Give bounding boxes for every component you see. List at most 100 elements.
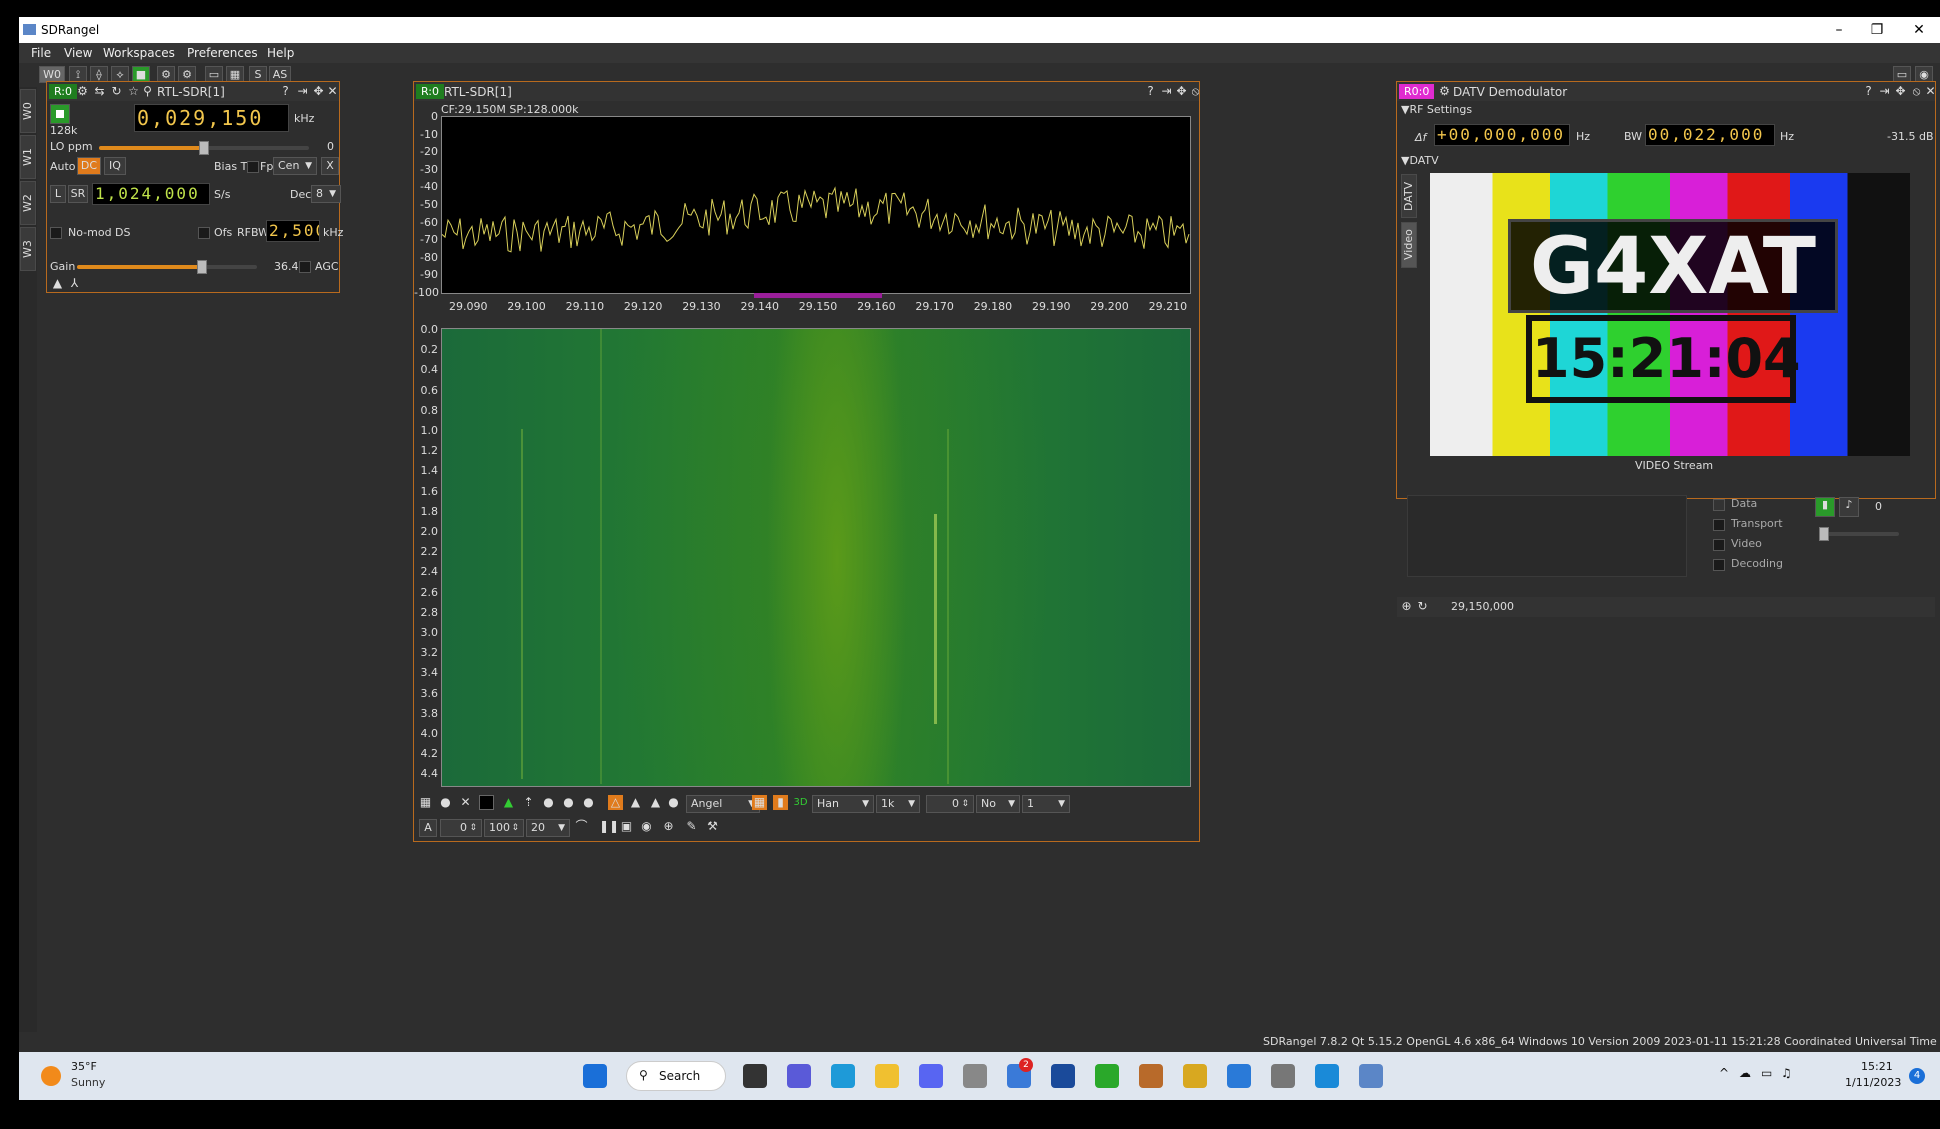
curve-icon[interactable]: ⌒ — [574, 819, 589, 834]
fft-size-select[interactable]: 1k ▼ — [876, 795, 920, 813]
data-checkbox[interactable] — [1713, 499, 1725, 511]
hide-icon[interactable]: ⦸ — [1188, 84, 1203, 99]
sdr-device-icon[interactable] — [1271, 1064, 1295, 1088]
settings-icon[interactable]: ⊕ — [1399, 599, 1414, 614]
tab-w0[interactable]: W0 — [20, 89, 36, 133]
grid-toggle-icon[interactable]: ▦ — [752, 795, 767, 810]
move-icon[interactable]: ⇥ — [1877, 84, 1892, 99]
avg-count-select[interactable]: 1 ▼ — [1022, 795, 1070, 813]
start-icon[interactable] — [583, 1064, 607, 1088]
maximize-icon[interactable]: ✥ — [1893, 84, 1908, 99]
close-icon[interactable]: ✕ — [325, 84, 340, 99]
move-icon[interactable]: ⇥ — [295, 84, 310, 99]
channel-marker[interactable] — [754, 293, 882, 298]
gear-icon[interactable]: ⚙ — [75, 84, 90, 99]
tools-icon[interactable]: ⚒ — [705, 819, 720, 834]
tab-w3[interactable]: W3 — [20, 227, 36, 271]
ofs-checkbox[interactable] — [198, 227, 210, 239]
close-button[interactable]: ✕ — [1899, 20, 1939, 40]
no-mod-checkbox[interactable] — [50, 227, 62, 239]
menu-workspaces[interactable]: Workspaces — [103, 46, 175, 60]
sample-rate-dial[interactable]: 1,024,000 — [92, 183, 210, 205]
ruler-icon[interactable]: ✎ — [684, 819, 699, 834]
maximize-icon[interactable]: ✥ — [311, 84, 326, 99]
menu-help[interactable]: Help — [267, 46, 294, 60]
iq-button[interactable]: IQ — [104, 157, 126, 175]
stocks-icon[interactable] — [1051, 1064, 1075, 1088]
waterfall-icon[interactable]: ▲ — [628, 795, 643, 810]
auto-scale-button[interactable]: A — [419, 819, 437, 837]
notepad-icon[interactable] — [1227, 1064, 1251, 1088]
files-icon[interactable] — [1139, 1064, 1163, 1088]
swap-icon[interactable]: ⇆ — [92, 84, 107, 99]
chrome-icon[interactable] — [1095, 1064, 1119, 1088]
tab-datv[interactable]: DATV — [1401, 174, 1417, 218]
reload-icon[interactable]: ↻ — [109, 84, 124, 99]
bias-t-checkbox[interactable] — [247, 161, 259, 173]
rfbw-dial[interactable]: 2,500 — [266, 220, 320, 242]
bar-icon[interactable]: ▮ — [773, 795, 788, 810]
ref-level-spin[interactable]: 0 ⇕ — [440, 819, 482, 837]
video-checkbox[interactable] — [1713, 539, 1725, 551]
photos-icon[interactable] — [1315, 1064, 1339, 1088]
histogram-icon[interactable]: ▲ — [648, 795, 663, 810]
help-icon[interactable]: ? — [278, 84, 293, 99]
dc-button[interactable]: DC — [77, 157, 101, 175]
start-stop-button[interactable] — [50, 104, 70, 124]
window-select[interactable]: Han ▼ — [812, 795, 874, 813]
decay-icon[interactable]: ⇡ — [521, 795, 536, 810]
menu-file[interactable]: File — [31, 46, 51, 60]
tab-w2[interactable]: W2 — [20, 181, 36, 225]
cross-icon[interactable]: ✕ — [458, 795, 473, 810]
rf-settings-header[interactable]: ▼RF Settings — [1401, 103, 1472, 116]
tray-cloud-icon[interactable]: ☁ — [1739, 1066, 1751, 1080]
sr-button[interactable]: SR — [68, 185, 88, 203]
discord-icon[interactable] — [919, 1064, 943, 1088]
decoding-checkbox[interactable] — [1713, 559, 1725, 571]
transport-checkbox[interactable] — [1713, 519, 1725, 531]
save-icon[interactable]: ▣ — [619, 819, 634, 834]
minimize-button[interactable]: – — [1819, 20, 1859, 40]
teams-icon[interactable] — [787, 1064, 811, 1088]
dot2-icon[interactable]: ● — [561, 795, 576, 810]
tab-w1[interactable]: W1 — [20, 135, 36, 179]
dot4-icon[interactable]: ● — [666, 795, 681, 810]
l-button[interactable]: L — [50, 185, 66, 203]
spectrum-plot[interactable] — [441, 116, 1191, 294]
grid-icon[interactable]: ▦ — [418, 795, 433, 810]
edge-icon[interactable] — [831, 1064, 855, 1088]
max-hold-icon[interactable]: △ — [608, 795, 623, 810]
decimation-select[interactable]: 8 ▼ — [311, 185, 341, 203]
fps-select[interactable]: 20 ▼ — [526, 819, 570, 837]
volume-slider[interactable] — [1819, 527, 1899, 541]
star-icon[interactable]: ☆ — [126, 84, 141, 99]
clock-time[interactable]: 15:21 — [1861, 1060, 1893, 1073]
tray-volume-icon[interactable]: ♫ — [1781, 1066, 1792, 1080]
gain-slider[interactable] — [77, 260, 257, 274]
refresh-icon[interactable]: ↻ — [1415, 599, 1430, 614]
averaging-select[interactable]: No ▼ — [976, 795, 1020, 813]
palette-select[interactable]: Angel▼ — [686, 795, 760, 813]
offset-dial[interactable]: +00,000,000 — [1434, 124, 1570, 146]
tray-network-icon[interactable]: ▭ — [1761, 1066, 1772, 1080]
play-button[interactable]: ▮ — [1815, 497, 1835, 517]
3d-icon[interactable]: 3D — [793, 795, 808, 810]
agc-checkbox[interactable] — [299, 261, 311, 273]
explorer-icon[interactable] — [875, 1064, 899, 1088]
tab-video[interactable]: Video — [1401, 222, 1417, 268]
overlap-spin[interactable]: 0 ⇕ — [926, 795, 974, 813]
weather-icon[interactable] — [41, 1066, 61, 1086]
close-icon[interactable]: ✕ — [1923, 84, 1938, 99]
menu-view[interactable]: View — [64, 46, 92, 60]
bw-dial[interactable]: 00,022,000 — [1645, 124, 1775, 146]
maximize-icon[interactable]: ✥ — [1174, 84, 1189, 99]
dot-icon[interactable]: ● — [541, 795, 556, 810]
restore-button[interactable]: ❐ — [1857, 20, 1897, 40]
help-icon[interactable]: ? — [1861, 84, 1876, 99]
datv-section-header[interactable]: ▼DATV — [1401, 154, 1439, 167]
clear-icon[interactable]: ● — [438, 795, 453, 810]
dot3-icon[interactable]: ● — [581, 795, 596, 810]
sdrangel-icon[interactable] — [1359, 1064, 1383, 1088]
waterfall[interactable] — [441, 328, 1191, 787]
menu-preferences[interactable]: Preferences — [187, 46, 258, 60]
